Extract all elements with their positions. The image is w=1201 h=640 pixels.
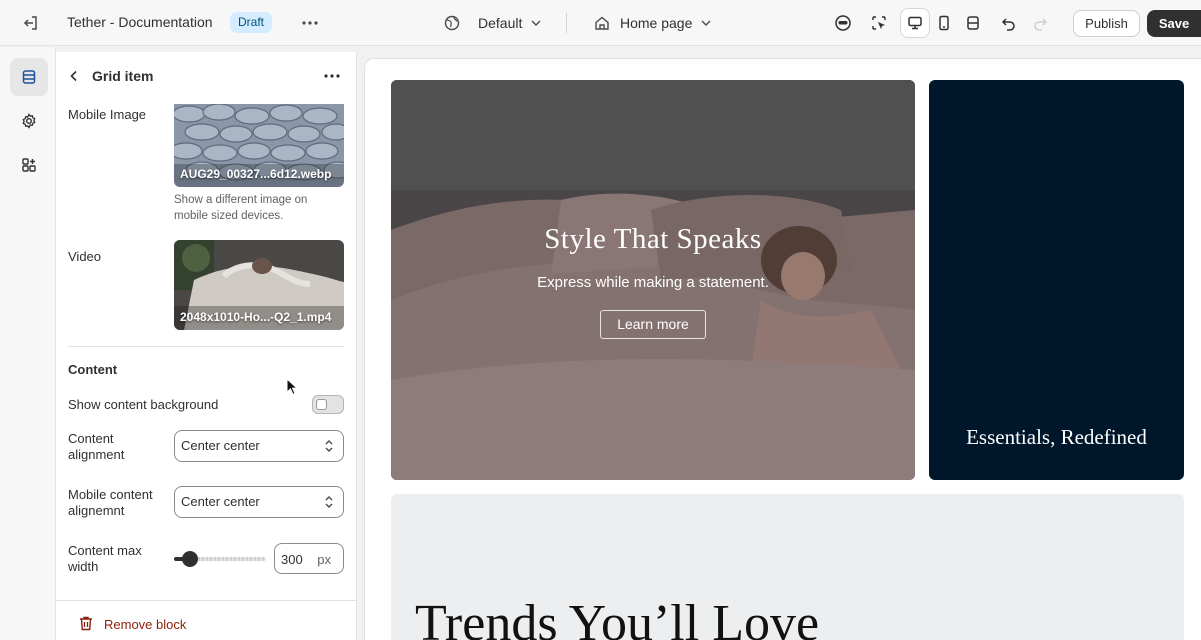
mobile-image-help: Show a different image on mobile sized d… xyxy=(174,194,308,222)
page-selector[interactable]: Home page xyxy=(594,11,712,35)
status-badge: Draft xyxy=(230,12,273,33)
settings-panel: Grid item Mobile Image AUG29_00327...6d1… xyxy=(56,52,357,640)
ai-assistant-icon[interactable] xyxy=(829,9,857,37)
left-rail xyxy=(0,47,56,640)
apps-icon xyxy=(22,158,36,172)
mobile-view-icon[interactable] xyxy=(930,9,958,37)
sections-nav[interactable] xyxy=(10,58,48,96)
max-width-unit: px xyxy=(317,552,331,567)
mobile-alignment-label: Mobile content alignemnt xyxy=(68,487,153,518)
mobile-image-filename: AUG29_00327...6d12.webp xyxy=(180,167,332,181)
save-button[interactable]: Save xyxy=(1147,10,1201,37)
slider-handle[interactable] xyxy=(182,551,198,567)
mobile-image-label: Mobile Image xyxy=(68,107,147,122)
max-width-input[interactable]: 300 px xyxy=(274,543,344,574)
theme-selector[interactable]: Default xyxy=(444,11,542,35)
content-section-title: Content xyxy=(68,362,118,377)
essentials-grid-item[interactable]: Essentials, Redefined xyxy=(929,80,1184,480)
preview-canvas: Style That Speaks Express while making a… xyxy=(364,58,1201,640)
remove-block-label: Remove block xyxy=(104,617,187,632)
globe-icon xyxy=(444,15,460,31)
inspector-icon[interactable] xyxy=(865,9,893,37)
content-alignment-value: Center center xyxy=(181,438,260,453)
gear-icon xyxy=(22,113,36,129)
video-picker[interactable]: 2048x1010-Ho...-Q2_1.mp4 xyxy=(174,240,344,330)
max-width-slider[interactable] xyxy=(174,551,266,567)
learn-more-button[interactable]: Learn more xyxy=(600,310,706,339)
trash-icon xyxy=(78,615,94,631)
back-icon[interactable] xyxy=(64,66,84,86)
apps-nav[interactable] xyxy=(10,146,48,184)
max-width-label: Content max width xyxy=(68,543,142,574)
publish-button[interactable]: Publish xyxy=(1073,10,1140,37)
more-options-icon[interactable] xyxy=(320,66,344,86)
remove-block-button[interactable]: Remove block xyxy=(56,600,356,640)
redo-icon[interactable] xyxy=(1026,9,1054,37)
more-actions-icon[interactable] xyxy=(298,12,322,34)
sections-icon xyxy=(22,70,36,84)
select-chevron-icon xyxy=(325,440,333,452)
mobile-alignment-value: Center center xyxy=(181,494,260,509)
top-bar: Tether - Documentation Draft Default Hom… xyxy=(0,0,1201,46)
hero-subtitle: Express while making a statement. xyxy=(537,274,769,291)
mobile-image-picker[interactable]: AUG29_00327...6d12.webp xyxy=(174,104,344,187)
show-background-label: Show content background xyxy=(68,397,219,412)
toggle-knob xyxy=(316,399,327,410)
content-alignment-select[interactable]: Center center xyxy=(174,430,344,462)
video-label: Video xyxy=(68,249,102,264)
select-chevron-icon xyxy=(325,496,333,508)
fullscreen-view-icon[interactable] xyxy=(959,9,987,37)
section-divider xyxy=(68,346,344,347)
exit-icon[interactable] xyxy=(20,12,42,34)
video-filename: 2048x1010-Ho...-Q2_1.mp4 xyxy=(180,310,332,324)
desktop-view-icon[interactable] xyxy=(901,9,929,37)
panel-title: Grid item xyxy=(92,68,154,84)
mouse-cursor-icon xyxy=(286,378,298,396)
content-alignment-label: Content alignment xyxy=(68,431,125,462)
toolbar-divider xyxy=(566,13,567,33)
theme-settings-nav[interactable] xyxy=(10,102,48,140)
theme-selector-label: Default xyxy=(478,15,523,31)
hero-content: Style That Speaks Express while making a… xyxy=(391,80,915,480)
hero-grid-item[interactable]: Style That Speaks Express while making a… xyxy=(391,80,915,480)
chevron-down-icon xyxy=(701,20,711,26)
show-background-toggle[interactable] xyxy=(312,395,344,414)
home-icon xyxy=(595,16,609,30)
undo-icon[interactable] xyxy=(995,9,1023,37)
trends-section[interactable]: Trends You’ll Love xyxy=(391,494,1184,640)
hero-title: Style That Speaks xyxy=(544,223,762,255)
essentials-title: Essentials, Redefined xyxy=(966,425,1147,449)
trends-title: Trends You’ll Love xyxy=(415,595,820,640)
panel-header: Grid item xyxy=(56,52,356,102)
max-width-value: 300 xyxy=(281,552,303,567)
store-title: Tether - Documentation xyxy=(67,14,213,30)
chevron-down-icon xyxy=(531,20,541,26)
mobile-alignment-select[interactable]: Center center xyxy=(174,486,344,518)
page-selector-label: Home page xyxy=(620,15,693,31)
